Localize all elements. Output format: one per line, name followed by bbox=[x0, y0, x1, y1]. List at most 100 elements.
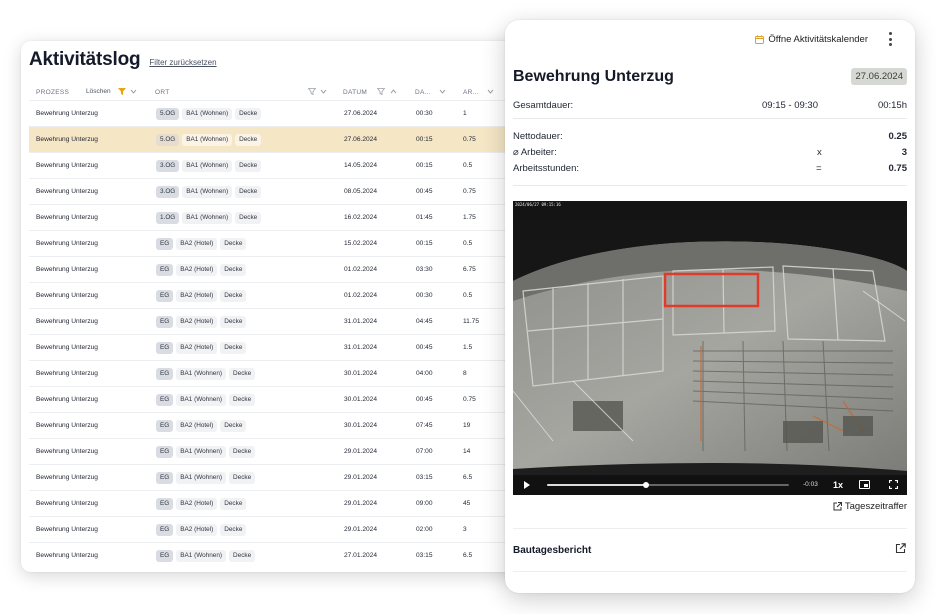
filter-icon[interactable] bbox=[377, 88, 385, 95]
cell-date: 31.01.2024 bbox=[344, 344, 378, 351]
filter-active-icon[interactable] bbox=[118, 88, 126, 95]
area-tag: BA2 (Hotel) bbox=[176, 524, 218, 536]
playback-speed-button[interactable]: 1x bbox=[833, 480, 843, 490]
construction-site-frame bbox=[513, 201, 907, 475]
filter-icon[interactable] bbox=[308, 88, 316, 95]
chevron-up-icon[interactable] bbox=[390, 89, 397, 94]
play-icon[interactable] bbox=[524, 481, 530, 489]
element-tag: Decke bbox=[235, 186, 262, 198]
table-row[interactable]: Bewehrung Unterzug 3.OG BA1 (Wohnen) Decke 0… bbox=[29, 178, 561, 204]
column-header-datum[interactable]: DATUM bbox=[343, 89, 367, 96]
column-header-prozess[interactable]: PROZESS bbox=[36, 89, 69, 96]
cell-location: EG BA2 (Hotel) Decke bbox=[156, 264, 247, 276]
area-tag: BA1 (Wohnen) bbox=[176, 446, 227, 458]
chevron-down-icon[interactable] bbox=[439, 89, 446, 94]
clear-filter-button[interactable]: Löschen bbox=[86, 88, 111, 95]
video-player[interactable]: 2024/06/27 09:15:16 -0:03 1x bbox=[513, 201, 907, 495]
level-tag: 3.OG bbox=[156, 186, 180, 198]
column-header-dauer[interactable]: DA... bbox=[415, 89, 431, 96]
table-row[interactable]: Bewehrung Unterzug 5.OG BA1 (Wohnen) Decke 2… bbox=[29, 126, 561, 152]
table-row[interactable]: Bewehrung Unterzug EG BA2 (Hotel) Decke 31.0… bbox=[29, 334, 561, 360]
table-row[interactable]: Bewehrung Unterzug EG BA2 (Hotel) Decke 30.0… bbox=[29, 412, 561, 438]
area-tag: BA1 (Wohnen) bbox=[182, 134, 233, 146]
cell-location: EG BA2 (Hotel) Decke bbox=[156, 238, 247, 250]
cell-work-hours: 0.75 bbox=[463, 136, 476, 143]
cell-work-hours: 14 bbox=[463, 448, 471, 455]
table-row[interactable]: Bewehrung Unterzug 3.OG BA1 (Wohnen) Decke 1… bbox=[29, 152, 561, 178]
more-options-icon[interactable] bbox=[885, 30, 895, 48]
area-tag: BA2 (Hotel) bbox=[176, 420, 218, 432]
column-header-ar[interactable]: AR... bbox=[463, 89, 479, 96]
cell-date: 29.01.2024 bbox=[344, 448, 378, 455]
table-row[interactable]: Bewehrung Unterzug EG BA1 (Wohnen) Decke 29.… bbox=[29, 464, 561, 490]
table-row[interactable]: Bewehrung Unterzug EG BA2 (Hotel) Decke 01.0… bbox=[29, 256, 561, 282]
nettodauer-value: 0.25 bbox=[888, 131, 908, 142]
cell-location: 1.OG BA1 (Wohnen) Decke bbox=[156, 212, 262, 224]
area-tag: BA1 (Wohnen) bbox=[182, 186, 233, 198]
external-link-icon[interactable] bbox=[895, 543, 906, 554]
cell-duration: 04:45 bbox=[416, 318, 433, 325]
chevron-down-icon[interactable] bbox=[320, 89, 327, 94]
element-tag: Decke bbox=[229, 446, 256, 458]
filter-reset-link[interactable]: Filter zurücksetzen bbox=[149, 58, 216, 67]
cell-date: 01.02.2024 bbox=[344, 292, 378, 299]
cell-duration: 00:45 bbox=[416, 344, 433, 351]
table-row[interactable]: Bewehrung Unterzug EG BA2 (Hotel) Decke 01.0… bbox=[29, 282, 561, 308]
page-title: Aktivitätslog bbox=[29, 49, 141, 70]
gesamtdauer-range: 09:15 - 09:30 bbox=[762, 100, 818, 111]
cell-process: Bewehrung Unterzug bbox=[36, 422, 98, 429]
detail-title: Bewehrung Unterzug bbox=[513, 68, 674, 85]
element-tag: Decke bbox=[229, 472, 256, 484]
picture-in-picture-icon[interactable] bbox=[859, 480, 870, 489]
divider bbox=[513, 118, 907, 119]
cell-date: 16.02.2024 bbox=[344, 214, 378, 221]
timelapse-link[interactable]: Tageszeitraffer bbox=[833, 501, 907, 512]
table-row[interactable]: Bewehrung Unterzug EG BA1 (Wohnen) Decke 30.… bbox=[29, 386, 561, 412]
level-tag: 1.OG bbox=[156, 212, 180, 224]
area-tag: BA1 (Wohnen) bbox=[182, 160, 233, 172]
cell-work-hours: 0.5 bbox=[463, 240, 473, 247]
table-row[interactable]: Bewehrung Unterzug 5.OG BA1 (Wohnen) Decke 2… bbox=[29, 100, 561, 126]
area-tag: BA2 (Hotel) bbox=[176, 316, 218, 328]
log-header: Aktivitätslog Filter zurücksetzen bbox=[29, 49, 217, 71]
area-tag: BA1 (Wohnen) bbox=[182, 108, 233, 120]
cell-work-hours: 45 bbox=[463, 500, 471, 507]
element-tag: Decke bbox=[220, 524, 247, 536]
cell-process: Bewehrung Unterzug bbox=[36, 240, 98, 247]
cell-work-hours: 1 bbox=[463, 110, 467, 117]
cell-location: EG BA2 (Hotel) Decke bbox=[156, 420, 247, 432]
column-header-ort[interactable]: ORT bbox=[155, 89, 170, 96]
level-tag: EG bbox=[156, 342, 174, 354]
cell-work-hours: 6.5 bbox=[463, 474, 473, 481]
element-tag: Decke bbox=[220, 342, 247, 354]
chevron-down-icon[interactable] bbox=[130, 89, 137, 94]
table-row[interactable]: Bewehrung Unterzug EG BA2 (Hotel) Decke 15.0… bbox=[29, 230, 561, 256]
video-progress-handle[interactable] bbox=[643, 482, 650, 488]
arbeitsstunden-label: Arbeitsstunden: bbox=[513, 163, 580, 174]
area-tag: BA2 (Hotel) bbox=[176, 498, 218, 510]
cell-date: 27.01.2024 bbox=[344, 552, 378, 559]
chevron-down-icon[interactable] bbox=[487, 89, 494, 94]
level-tag: EG bbox=[156, 290, 174, 302]
table-row[interactable]: Bewehrung Unterzug 1.OG BA1 (Wohnen) Decke 1… bbox=[29, 204, 561, 230]
cell-location: 5.OG BA1 (Wohnen) Decke bbox=[156, 134, 262, 146]
video-progress-slider[interactable] bbox=[547, 482, 789, 488]
table-row[interactable]: Bewehrung Unterzug EG BA1 (Wohnen) Decke 27.… bbox=[29, 542, 561, 568]
cell-process: Bewehrung Unterzug bbox=[36, 292, 98, 299]
cell-work-hours: 6.5 bbox=[463, 552, 473, 559]
cell-work-hours: 19 bbox=[463, 422, 471, 429]
fullscreen-icon[interactable] bbox=[889, 480, 898, 489]
open-calendar-link[interactable]: Öffne Aktivitätskalender bbox=[755, 34, 868, 45]
table-row[interactable]: Bewehrung Unterzug EG BA1 (Wohnen) Decke 30.… bbox=[29, 360, 561, 386]
cell-duration: 01:45 bbox=[416, 214, 433, 221]
table-row[interactable]: Bewehrung Unterzug EG BA2 (Hotel) Decke 29.0… bbox=[29, 490, 561, 516]
table-header: PROZESS Löschen ORT DATUM DA... AR... bbox=[21, 85, 561, 101]
table-row[interactable]: Bewehrung Unterzug EG BA2 (Hotel) Decke 29.0… bbox=[29, 516, 561, 542]
cell-location: 5.OG BA1 (Wohnen) Decke bbox=[156, 108, 262, 120]
daily-report-row[interactable]: Bautagesbericht bbox=[513, 528, 907, 572]
cell-duration: 00:15 bbox=[416, 240, 433, 247]
video-timestamp: 2024/06/27 09:15:16 bbox=[515, 202, 561, 207]
table-row[interactable]: Bewehrung Unterzug EG BA1 (Wohnen) Decke 29.… bbox=[29, 438, 561, 464]
table-row[interactable]: Bewehrung Unterzug EG BA2 (Hotel) Decke 31.0… bbox=[29, 308, 561, 334]
cell-work-hours: 1.5 bbox=[463, 344, 473, 351]
